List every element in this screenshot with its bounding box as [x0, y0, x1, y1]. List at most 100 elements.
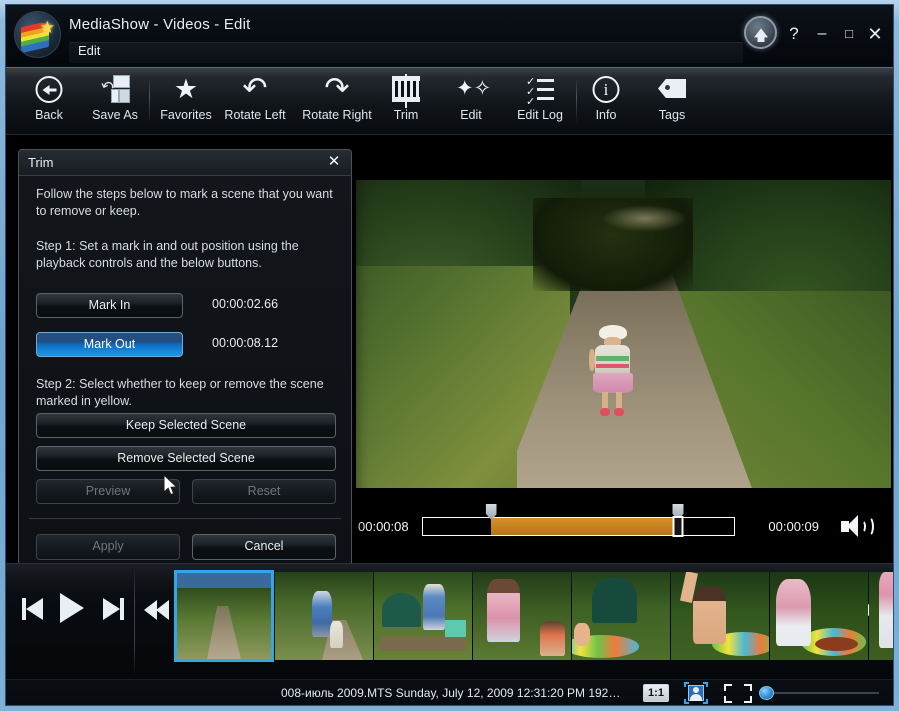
video-preview[interactable] — [356, 180, 891, 488]
status-file-info: 008-июль 2009.MTS Sunday, July 12, 2009 … — [281, 686, 621, 700]
toolbar-label-save-as: Save As — [92, 108, 138, 122]
dialog-divider — [29, 518, 341, 519]
play-icon[interactable] — [60, 593, 84, 623]
star-icon: ★ — [173, 74, 199, 104]
toolbar-item-trim[interactable]: Trim — [376, 72, 436, 132]
info-circle-icon: i — [578, 72, 634, 106]
rotate-left-icon: ↶ — [242, 72, 268, 105]
fullscreen-icon[interactable] — [724, 684, 752, 703]
toolbar-item-edit-log[interactable]: ✓ ✓ ✓ Edit Log — [504, 72, 576, 132]
rewind-icon[interactable] — [144, 600, 170, 620]
list-item[interactable] — [869, 572, 893, 660]
close-window-button[interactable]: ✕ — [864, 25, 886, 45]
upload-arrow-up-icon[interactable] — [744, 16, 777, 49]
toolbar-item-rotate-left[interactable]: ↶ Rotate Left — [214, 72, 296, 132]
toolbar-item-info[interactable]: i Info — [578, 72, 634, 132]
toolbar-separator-2 — [576, 78, 577, 124]
preview-button[interactable]: Preview — [36, 479, 180, 504]
toolbar-label-tags: Tags — [658, 108, 686, 122]
zoom-slider-knob[interactable] — [759, 686, 774, 700]
mark-out-timecode: 00:00:08.12 — [212, 336, 279, 350]
list-item[interactable] — [374, 572, 472, 660]
video-child-subject — [588, 324, 637, 417]
current-time-label: 00:00:08 — [358, 519, 409, 534]
reset-button[interactable]: Reset — [192, 479, 336, 504]
thumbnail-image-5 — [572, 572, 670, 660]
toolbar-label-edit: Edit — [460, 108, 482, 122]
logo-star-icon: ★ — [39, 18, 55, 37]
breadcrumb-background — [69, 42, 743, 63]
rotate-right-icon: ↷ — [324, 72, 350, 105]
list-item[interactable] — [174, 570, 274, 662]
toolbar-item-tags[interactable]: Tags — [642, 72, 702, 132]
toolbar-item-save-as[interactable]: ↶ Save As — [80, 72, 150, 132]
scrub-track[interactable] — [422, 504, 735, 537]
thumbnail-image-1 — [177, 573, 271, 659]
mark-in-button[interactable]: Mark In — [36, 293, 183, 318]
mediashow-rainbow-star-logo: ★ — [14, 11, 61, 58]
list-item[interactable] — [770, 572, 868, 660]
trim-dialog: Trim ✕ Follow the steps below to mark a … — [18, 149, 352, 572]
toolbar-label-favorites: Favorites — [160, 108, 212, 122]
maximize-button[interactable]: □ — [838, 25, 860, 45]
title-bar: ★ MediaShow - Videos - Edit Edit ? – □ ✕ — [6, 5, 893, 67]
toolbar-label-edit-log: Edit Log — [517, 108, 563, 122]
zoom-slider-track[interactable] — [763, 692, 879, 694]
thumbnail-image-8 — [869, 572, 893, 660]
list-item[interactable] — [572, 572, 670, 660]
breadcrumb[interactable]: Edit — [78, 43, 100, 58]
window-title: MediaShow - Videos - Edit — [69, 16, 251, 33]
thumbnail-image-7 — [770, 572, 868, 660]
apply-button[interactable]: Apply — [36, 534, 180, 560]
remove-selected-scene-button[interactable]: Remove Selected Scene — [36, 446, 336, 471]
mark-out-button[interactable]: Mark Out — [36, 332, 183, 357]
toolbar-item-edit[interactable]: ✦✧ Edit — [440, 72, 502, 132]
minimize-button[interactable]: – — [811, 25, 833, 45]
trim-dialog-title: Trim — [28, 155, 54, 170]
speaker-volume-icon[interactable] — [839, 514, 874, 540]
trim-intro-text: Follow the steps below to mark a scene t… — [36, 187, 333, 218]
filmstrip-panel — [6, 563, 893, 679]
list-item[interactable] — [275, 572, 373, 660]
toolbar-label-trim: Trim — [393, 108, 419, 122]
toolbar-label-back: Back — [35, 108, 63, 122]
close-icon[interactable]: ✕ — [325, 153, 343, 171]
application-window: ★ MediaShow - Videos - Edit Edit ? – □ ✕… — [5, 4, 894, 706]
film-trim-icon — [376, 72, 436, 108]
toolbar-separator-1 — [149, 78, 150, 124]
thumbnail-image-3 — [374, 572, 472, 660]
status-bar: 008-июль 2009.MTS Sunday, July 12, 2009 … — [6, 679, 893, 705]
toolbar-label-rotate-right: Rotate Right — [302, 108, 372, 122]
zoom-ratio-button[interactable]: 1:1 — [643, 684, 669, 702]
checklist-icon: ✓ ✓ ✓ — [504, 72, 576, 108]
list-item[interactable] — [473, 572, 571, 660]
keep-selected-scene-button[interactable]: Keep Selected Scene — [36, 413, 336, 438]
playhead-handle[interactable] — [672, 516, 684, 537]
trim-dialog-titlebar[interactable] — [19, 150, 351, 176]
thumbnail-image-4 — [473, 572, 571, 660]
trim-step1-text: Step 1: Set a mark in and out position u… — [36, 239, 299, 270]
breadcrumb-bar: Edit — [69, 42, 743, 64]
thumbnail-image-2 — [275, 572, 373, 660]
video-light-spot — [602, 204, 688, 233]
editor-stage: 00:00:08 00:00:09 Trim ✕ Follow the step… — [6, 135, 893, 572]
save-as-icon: ↶ — [80, 72, 150, 106]
face-detection-icon[interactable] — [684, 682, 708, 704]
cancel-button[interactable]: Cancel — [192, 534, 336, 560]
trim-selection-range — [491, 518, 678, 535]
filmstrip-divider — [134, 568, 135, 676]
magic-wand-icon: ✦✧ — [456, 77, 492, 100]
toolbar-item-rotate-right[interactable]: ↷ Rotate Right — [294, 72, 380, 132]
playback-bar: 00:00:08 00:00:09 — [356, 504, 881, 548]
toolbar-item-favorites[interactable]: ★ Favorites — [151, 72, 221, 132]
total-time-label: 00:00:09 — [768, 519, 819, 534]
skip-previous-icon[interactable] — [22, 598, 44, 620]
skip-next-icon[interactable] — [102, 598, 124, 620]
mark-in-timecode: 00:00:02.66 — [212, 297, 279, 311]
thumbnail-image-6 — [671, 572, 769, 660]
list-item[interactable] — [671, 572, 769, 660]
toolbar-item-back[interactable]: Back — [14, 72, 84, 132]
thumbnail-strip[interactable] — [174, 570, 893, 672]
help-button[interactable]: ? — [783, 25, 805, 45]
window-frame: ★ MediaShow - Videos - Edit Edit ? – □ ✕… — [0, 0, 899, 711]
